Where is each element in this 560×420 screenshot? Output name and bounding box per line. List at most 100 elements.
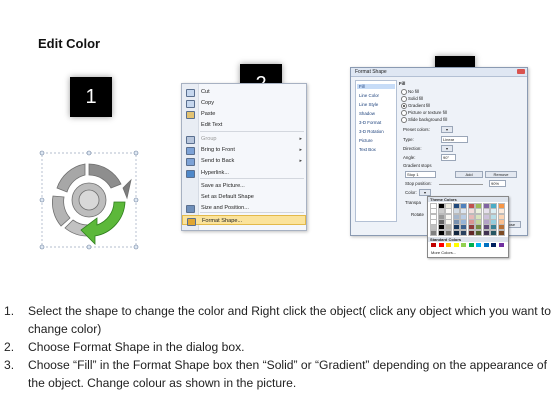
menu-item[interactable]: Copy	[182, 98, 306, 108]
theme-color-swatch[interactable]	[490, 203, 497, 209]
theme-color-swatch[interactable]	[490, 213, 497, 220]
theme-color-swatch[interactable]	[430, 218, 437, 225]
theme-color-swatch[interactable]	[490, 229, 497, 236]
theme-color-swatch[interactable]	[437, 229, 445, 236]
theme-color-swatch[interactable]	[452, 208, 460, 215]
menu-item[interactable]: Send to Back ▸	[182, 156, 306, 166]
angle-input[interactable]: 90°	[441, 154, 456, 161]
menu-item[interactable]: Group ▸	[182, 134, 306, 144]
category-item[interactable]: Text Box	[359, 147, 376, 152]
theme-color-swatch[interactable]	[452, 213, 460, 220]
theme-color-swatch[interactable]	[482, 203, 490, 209]
add-stop-button[interactable]: Add	[455, 171, 483, 178]
fill-radio[interactable]	[401, 110, 407, 116]
fill-radio[interactable]	[401, 89, 407, 95]
category-item[interactable]: 3-D Format	[359, 120, 381, 125]
menu-item[interactable]: Set as Default Shape	[182, 192, 306, 202]
theme-color-swatch[interactable]	[475, 213, 482, 220]
theme-color-swatch[interactable]	[437, 218, 445, 225]
theme-color-swatch[interactable]	[482, 229, 490, 236]
theme-color-swatch[interactable]	[482, 208, 490, 215]
theme-color-swatch[interactable]	[490, 224, 497, 231]
theme-color-swatch[interactable]	[437, 213, 445, 220]
theme-color-swatch[interactable]	[430, 208, 437, 215]
fill-radio[interactable]	[401, 96, 407, 102]
theme-color-swatch[interactable]	[475, 224, 482, 231]
theme-color-swatch[interactable]	[460, 208, 467, 215]
category-item[interactable]: Line Style	[359, 102, 378, 107]
theme-color-swatch[interactable]	[460, 213, 467, 220]
theme-color-swatch[interactable]	[430, 224, 437, 231]
theme-color-swatch[interactable]	[482, 218, 490, 225]
theme-color-swatch[interactable]	[467, 203, 475, 209]
theme-color-swatch[interactable]	[497, 203, 505, 209]
theme-color-swatch[interactable]	[430, 213, 437, 220]
theme-color-swatch[interactable]	[467, 208, 475, 215]
theme-color-swatch[interactable]	[460, 203, 467, 209]
theme-color-swatch[interactable]	[445, 213, 452, 220]
type-select[interactable]: Linear	[441, 136, 468, 143]
standard-color-swatch[interactable]	[431, 243, 436, 247]
menu-item[interactable]: Edit Text	[182, 120, 306, 130]
standard-color-swatch[interactable]	[468, 243, 474, 247]
theme-color-swatch[interactable]	[452, 229, 460, 236]
category-item[interactable]: Line Color	[359, 93, 379, 98]
theme-color-swatch[interactable]	[437, 208, 445, 215]
theme-color-swatch[interactable]	[467, 213, 475, 220]
theme-color-swatch[interactable]	[467, 224, 475, 231]
preset-colors-dropdown[interactable]: ▾	[441, 126, 453, 133]
close-icon[interactable]	[517, 69, 525, 74]
category-item[interactable]: Fill	[357, 84, 395, 89]
standard-color-swatch[interactable]	[453, 243, 459, 247]
color-picker-button[interactable]: ▾	[419, 189, 431, 196]
theme-color-swatch[interactable]	[497, 208, 505, 215]
theme-color-swatch[interactable]	[437, 203, 445, 209]
stop-position-slider[interactable]	[439, 184, 483, 185]
theme-color-swatch[interactable]	[445, 203, 452, 209]
standard-color-swatch[interactable]	[476, 243, 481, 247]
category-item[interactable]: 3-D Rotation	[359, 129, 384, 134]
theme-color-swatch[interactable]	[437, 224, 445, 231]
remove-stop-button[interactable]: Remove	[485, 171, 517, 178]
theme-color-swatch[interactable]	[460, 218, 467, 225]
standard-color-swatch[interactable]	[491, 243, 496, 247]
theme-color-swatch[interactable]	[482, 213, 490, 220]
menu-item[interactable]: Paste	[182, 109, 306, 119]
direction-dropdown[interactable]: ▾	[441, 145, 453, 152]
theme-color-swatch[interactable]	[467, 229, 475, 236]
stop-select[interactable]: Stop 1	[405, 171, 436, 178]
theme-color-swatch[interactable]	[475, 229, 482, 236]
theme-color-swatch[interactable]	[460, 229, 467, 236]
theme-color-swatch[interactable]	[445, 224, 452, 231]
standard-color-swatch[interactable]	[461, 243, 466, 247]
theme-color-swatch[interactable]	[460, 224, 467, 231]
menu-item[interactable]: Format Shape...	[182, 215, 306, 226]
menu-item[interactable]: Cut	[182, 87, 306, 97]
category-item[interactable]: Shadow	[359, 111, 375, 116]
theme-color-swatch[interactable]	[475, 208, 482, 215]
menu-item[interactable]: Bring to Front ▸	[182, 145, 306, 155]
menu-item[interactable]: Hyperlink...	[182, 168, 306, 178]
category-item[interactable]: Picture	[359, 138, 373, 143]
theme-color-swatch[interactable]	[475, 218, 482, 225]
more-colors-link[interactable]: More Colors...	[431, 250, 456, 255]
standard-color-swatch[interactable]	[483, 243, 489, 247]
theme-color-swatch[interactable]	[490, 208, 497, 215]
theme-color-swatch[interactable]	[452, 224, 460, 231]
standard-color-swatch[interactable]	[446, 243, 451, 247]
theme-color-swatch[interactable]	[430, 203, 437, 209]
theme-color-swatch[interactable]	[430, 229, 437, 236]
theme-color-swatch[interactable]	[482, 224, 490, 231]
theme-color-swatch[interactable]	[497, 224, 505, 231]
theme-color-swatch[interactable]	[490, 218, 497, 225]
stop-position-input[interactable]: 90%	[489, 180, 506, 187]
circular-arrows-shape[interactable]	[39, 150, 139, 250]
standard-color-swatch[interactable]	[438, 243, 444, 247]
menu-item[interactable]: Save as Picture...	[182, 181, 306, 191]
theme-color-swatch[interactable]	[445, 208, 452, 215]
standard-color-swatch[interactable]	[498, 243, 504, 247]
theme-color-swatch[interactable]	[497, 218, 505, 225]
fill-radio[interactable]	[401, 103, 407, 109]
theme-color-swatch[interactable]	[497, 229, 505, 236]
theme-color-swatch[interactable]	[467, 218, 475, 225]
